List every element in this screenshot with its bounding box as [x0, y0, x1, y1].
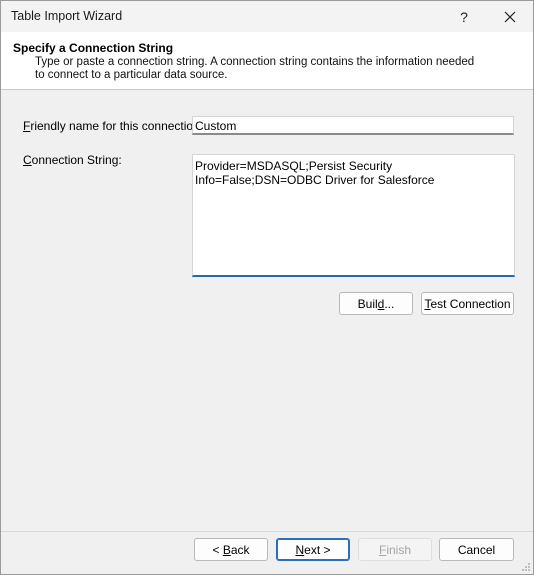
connection-string-textarea[interactable]: Provider=MSDASQL;Persist Security Info=F… — [192, 154, 515, 277]
wizard-content: Friendly name for this connection: Custo… — [1, 91, 533, 531]
build-button[interactable]: Build... — [339, 292, 413, 315]
back-button[interactable]: < Back — [194, 538, 268, 561]
back-button-label: < Back — [212, 542, 250, 557]
friendly-name-input[interactable]: Custom — [192, 116, 514, 135]
close-button[interactable] — [487, 1, 533, 32]
close-icon — [504, 11, 516, 22]
help-button[interactable]: ? — [441, 1, 487, 32]
page-title: Specify a Connection String — [13, 41, 174, 55]
friendly-name-label: Friendly name for this connection: — [23, 119, 203, 133]
finish-button-label: Finish — [378, 542, 412, 557]
friendly-name-label-text: riendly name for this connection: — [30, 119, 204, 133]
page-description: Type or paste a connection string. A con… — [35, 56, 475, 81]
test-connection-button[interactable]: Test Connection — [421, 292, 514, 315]
connection-string-label: Connection String: — [23, 153, 122, 167]
connection-string-label-accel: C — [23, 153, 32, 167]
resize-grip-icon[interactable] — [521, 562, 531, 572]
cancel-button[interactable]: Cancel — [439, 538, 514, 561]
help-icon: ? — [460, 8, 468, 25]
title-bar: Table Import Wizard ? — [1, 1, 533, 32]
connection-string-label-text: onnection String: — [31, 153, 122, 167]
test-connection-button-label: Test Connection — [424, 296, 511, 311]
build-button-label: Build... — [357, 296, 395, 311]
table-import-wizard-dialog: Table Import Wizard ? Specify a Connecti… — [0, 0, 534, 575]
finish-button[interactable]: Finish — [358, 538, 432, 561]
wizard-footer: < Back Next > Finish Cancel — [1, 531, 533, 574]
window-title: Table Import Wizard — [11, 9, 123, 23]
wizard-header: Specify a Connection String Type or past… — [1, 32, 533, 90]
next-button[interactable]: Next > — [276, 538, 350, 561]
next-button-label: Next > — [295, 542, 331, 557]
